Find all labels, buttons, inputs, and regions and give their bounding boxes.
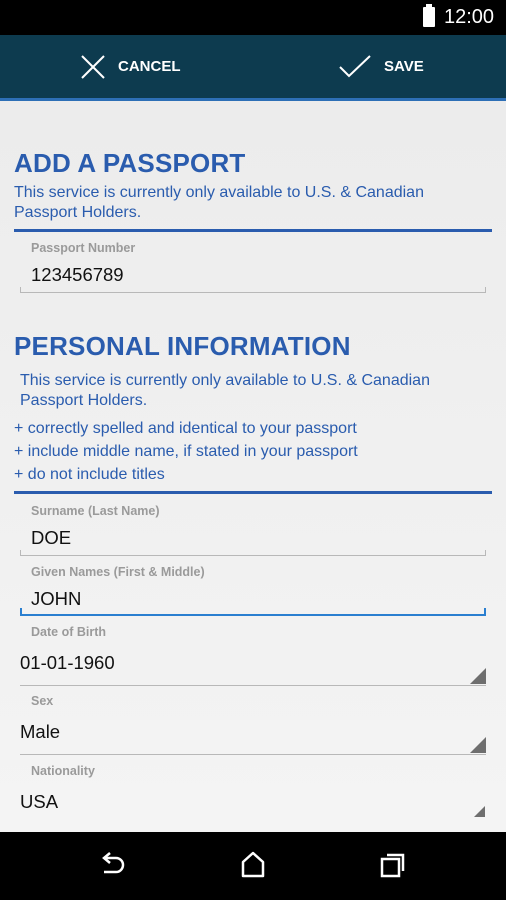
given-names-underline xyxy=(20,608,486,616)
navigation-bar xyxy=(0,832,506,900)
sex-label: Sex xyxy=(31,694,54,708)
given-names-label: Given Names (First & Middle) xyxy=(31,565,205,579)
recents-icon[interactable] xyxy=(379,850,407,885)
date-of-birth-label: Date of Birth xyxy=(31,625,106,639)
home-icon[interactable] xyxy=(240,850,266,885)
divider xyxy=(14,229,492,232)
section-title-passport: ADD A PASSPORT xyxy=(14,148,246,178)
date-of-birth-underline xyxy=(20,685,486,686)
back-icon[interactable] xyxy=(98,850,126,885)
note-spelling: + correctly spelled and identical to you… xyxy=(14,420,357,437)
dropdown-triangle-icon[interactable] xyxy=(474,806,485,817)
dropdown-triangle-icon[interactable] xyxy=(470,668,486,684)
passport-number-label: Passport Number xyxy=(31,241,136,255)
save-label: SAVE xyxy=(384,58,424,75)
surname-field[interactable]: DOE xyxy=(31,527,71,549)
note-middle-name: + include middle name, if stated in your… xyxy=(14,443,358,460)
cancel-label: CANCEL xyxy=(118,58,181,75)
close-icon xyxy=(81,54,105,79)
action-bar: CANCEL SAVE xyxy=(0,35,506,101)
battery-icon xyxy=(423,4,435,27)
divider xyxy=(14,491,492,494)
sex-underline xyxy=(20,754,486,755)
passport-number-underline xyxy=(20,287,486,293)
section-title-personal: PERSONAL INFORMATION xyxy=(14,331,351,361)
nationality-spinner[interactable]: USA xyxy=(20,791,58,813)
passport-number-field[interactable]: 123456789 xyxy=(31,264,124,286)
save-button[interactable]: SAVE xyxy=(338,35,424,98)
dropdown-triangle-icon[interactable] xyxy=(470,737,486,753)
surname-underline xyxy=(20,550,486,556)
status-time: 12:00 xyxy=(444,6,495,28)
note-titles: + do not include titles xyxy=(14,466,165,483)
checkmark-icon xyxy=(339,54,371,77)
status-bar: 12:00 xyxy=(0,0,506,35)
date-of-birth-spinner[interactable]: 01-01-1960 xyxy=(20,652,115,674)
surname-label: Surname (Last Name) xyxy=(31,504,160,518)
form-content[interactable]: ADD A PASSPORT This service is currently… xyxy=(0,101,506,832)
cancel-button[interactable]: CANCEL xyxy=(80,35,181,98)
given-names-field[interactable]: JOHN xyxy=(31,588,81,610)
sex-spinner[interactable]: Male xyxy=(20,721,60,743)
personal-info-text: This service is currently only available… xyxy=(20,372,430,409)
passport-info-text: This service is currently only available… xyxy=(14,184,424,221)
nationality-label: Nationality xyxy=(31,764,95,778)
